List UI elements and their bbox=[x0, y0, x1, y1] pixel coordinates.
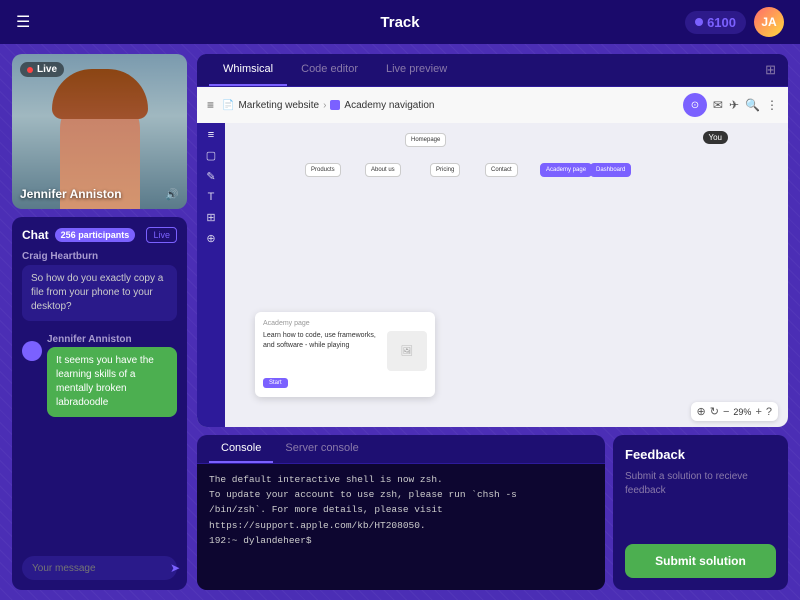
console-line: To update your account to use zsh, pleas… bbox=[209, 487, 593, 502]
menu-icon[interactable]: ≡ bbox=[207, 98, 214, 112]
tab-whimsical[interactable]: Whimsical bbox=[209, 54, 287, 86]
top-nav-right: 6100 JA bbox=[685, 7, 784, 37]
score-value: 6100 bbox=[707, 15, 736, 30]
chat-messages: Craig Heartburn So how do you exactly co… bbox=[22, 251, 177, 548]
chat-title: Chat bbox=[22, 228, 49, 242]
breadcrumb-academy[interactable]: Academy navigation bbox=[344, 100, 434, 111]
participants-badge: 256 participants bbox=[55, 228, 136, 242]
flowchart-node-purple: Dashboard bbox=[590, 163, 631, 177]
list-item: Craig Heartburn So how do you exactly co… bbox=[22, 251, 177, 321]
editor-toolbar: ≡ 📄 Marketing website › Academy navigati… bbox=[197, 87, 788, 123]
feedback-subtitle: Submit a solution to recieve feedback bbox=[625, 470, 776, 536]
feedback-title: Feedback bbox=[625, 447, 776, 462]
canvas-content: You Homepage Products About us Pricing C… bbox=[225, 123, 788, 427]
tool-frame[interactable]: ▢ bbox=[206, 149, 216, 162]
live-dot-icon bbox=[27, 67, 33, 73]
main-area: Live Jennifer Anniston 🔊 Chat 256 partic… bbox=[0, 44, 800, 600]
share-icon[interactable]: ✈ bbox=[729, 98, 739, 112]
avatar[interactable]: JA bbox=[754, 7, 784, 37]
canvas-tools: ≡ ▢ ✎ T ⊞ ⊕ bbox=[197, 123, 225, 427]
more-icon[interactable]: ⋮ bbox=[766, 98, 778, 112]
console-line: 192:~ dylandeheer$ bbox=[209, 533, 593, 548]
score-badge: 6100 bbox=[685, 11, 746, 34]
tab-server-console[interactable]: Server console bbox=[273, 435, 370, 463]
toolbar-right: ⊙ ✉ ✈ 🔍 ⋮ bbox=[683, 93, 778, 117]
editor-section: Whimsical Code editor Live preview ⊞ ≡ 📄… bbox=[197, 54, 788, 427]
console-line: /bin/zsh`. For more details, please visi… bbox=[209, 502, 593, 517]
zoom-in-icon[interactable]: ⊕ bbox=[697, 405, 706, 418]
chat-panel: Chat 256 participants Live Craig Heartbu… bbox=[12, 217, 187, 590]
bottom-section: Console Server console The default inter… bbox=[197, 435, 788, 590]
tool-connect[interactable]: ⊕ bbox=[206, 232, 215, 245]
live-label: Live bbox=[37, 64, 57, 75]
academy-label: Academy page bbox=[263, 320, 427, 327]
breadcrumb-sep: › bbox=[323, 100, 326, 111]
flowchart-node: Contact bbox=[485, 163, 518, 177]
search-icon[interactable]: 🔍 bbox=[745, 98, 760, 112]
message-bubble: It seems you have the learning skills of… bbox=[47, 347, 177, 417]
streamer-name: Jennifer Anniston bbox=[20, 187, 122, 201]
message-bubble: So how do you exactly copy a file from y… bbox=[22, 265, 177, 321]
flowchart-node: About us bbox=[365, 163, 401, 177]
canvas-area: ≡ ▢ ✎ T ⊞ ⊕ You Homepage Pro bbox=[197, 123, 788, 427]
tab-code-editor[interactable]: Code editor bbox=[287, 54, 372, 86]
academy-text: Learn how to code, use frameworks, and s… bbox=[263, 331, 381, 371]
volume-icon[interactable]: 🔊 bbox=[165, 188, 179, 201]
tab-live-preview[interactable]: Live preview bbox=[372, 54, 461, 86]
page-title: Track bbox=[380, 14, 419, 31]
academy-btn[interactable]: Start bbox=[263, 378, 288, 388]
console-output: The default interactive shell is now zsh… bbox=[197, 464, 605, 590]
tool-image[interactable]: ⊞ bbox=[206, 211, 215, 224]
page-icon: 📄 bbox=[222, 100, 234, 111]
console-tabs: Console Server console bbox=[197, 435, 605, 464]
collab-icon[interactable]: ⊙ bbox=[683, 93, 707, 117]
flowchart: Homepage Products About us Pricing Conta… bbox=[245, 133, 778, 253]
academy-image: 🖼 bbox=[387, 331, 427, 371]
flowchart-node: Homepage bbox=[405, 133, 446, 147]
flowchart-node-purple: Academy page bbox=[540, 163, 592, 177]
zoom-reset-icon[interactable]: ↻ bbox=[710, 405, 719, 418]
right-panel: Whimsical Code editor Live preview ⊞ ≡ 📄… bbox=[197, 54, 788, 590]
top-nav: ☰ Track 6100 JA bbox=[0, 0, 800, 44]
console-panel: Console Server console The default inter… bbox=[197, 435, 605, 590]
console-line: The default interactive shell is now zsh… bbox=[209, 472, 593, 487]
send-icon[interactable]: ➤ bbox=[170, 561, 180, 575]
avatar bbox=[22, 341, 42, 361]
academy-preview-box: Academy page Learn how to code, use fram… bbox=[255, 312, 435, 397]
score-dot-icon bbox=[695, 18, 703, 26]
breadcrumb-marketing[interactable]: Marketing website bbox=[238, 100, 319, 111]
submit-solution-button[interactable]: Submit solution bbox=[625, 544, 776, 578]
live-badge: Live bbox=[20, 62, 64, 77]
zoom-plus-icon[interactable]: + bbox=[755, 406, 761, 418]
tab-console[interactable]: Console bbox=[209, 435, 273, 463]
chat-input-row: ➤ bbox=[22, 556, 177, 580]
zoom-help-icon[interactable]: ? bbox=[766, 406, 772, 418]
chat-input[interactable] bbox=[32, 563, 164, 574]
comment-icon[interactable]: ✉ bbox=[713, 98, 723, 112]
breadcrumb: 📄 Marketing website › Academy navigation bbox=[222, 100, 434, 111]
zoom-controls: ⊕ ↻ − 29% + ? bbox=[691, 402, 778, 421]
chat-live-button[interactable]: Live bbox=[146, 227, 177, 243]
zoom-minus-icon[interactable]: − bbox=[723, 406, 729, 418]
video-panel: Live Jennifer Anniston 🔊 bbox=[12, 54, 187, 209]
hamburger-icon[interactable]: ☰ bbox=[16, 12, 30, 32]
list-item: Jennifer Anniston It seems you have the … bbox=[22, 329, 177, 417]
editor-options-icon[interactable]: ⊞ bbox=[765, 62, 776, 78]
breadcrumb-dot-icon bbox=[330, 100, 340, 110]
flowchart-node: Pricing bbox=[430, 163, 460, 177]
tool-select[interactable]: ≡ bbox=[208, 129, 214, 141]
left-sidebar: Live Jennifer Anniston 🔊 Chat 256 partic… bbox=[12, 54, 187, 590]
tool-text[interactable]: T bbox=[208, 191, 215, 203]
chat-header: Chat 256 participants Live bbox=[22, 227, 177, 243]
console-line: https://support.apple.com/kb/HT208050. bbox=[209, 518, 593, 533]
flowchart-node: Products bbox=[305, 163, 341, 177]
tool-draw[interactable]: ✎ bbox=[206, 170, 215, 183]
feedback-panel: Feedback Submit a solution to recieve fe… bbox=[613, 435, 788, 590]
zoom-value: 29% bbox=[733, 407, 751, 417]
message-sender: Craig Heartburn bbox=[22, 251, 177, 262]
editor-tabs: Whimsical Code editor Live preview ⊞ bbox=[197, 54, 788, 87]
message-sender: Jennifer Anniston bbox=[47, 334, 132, 345]
